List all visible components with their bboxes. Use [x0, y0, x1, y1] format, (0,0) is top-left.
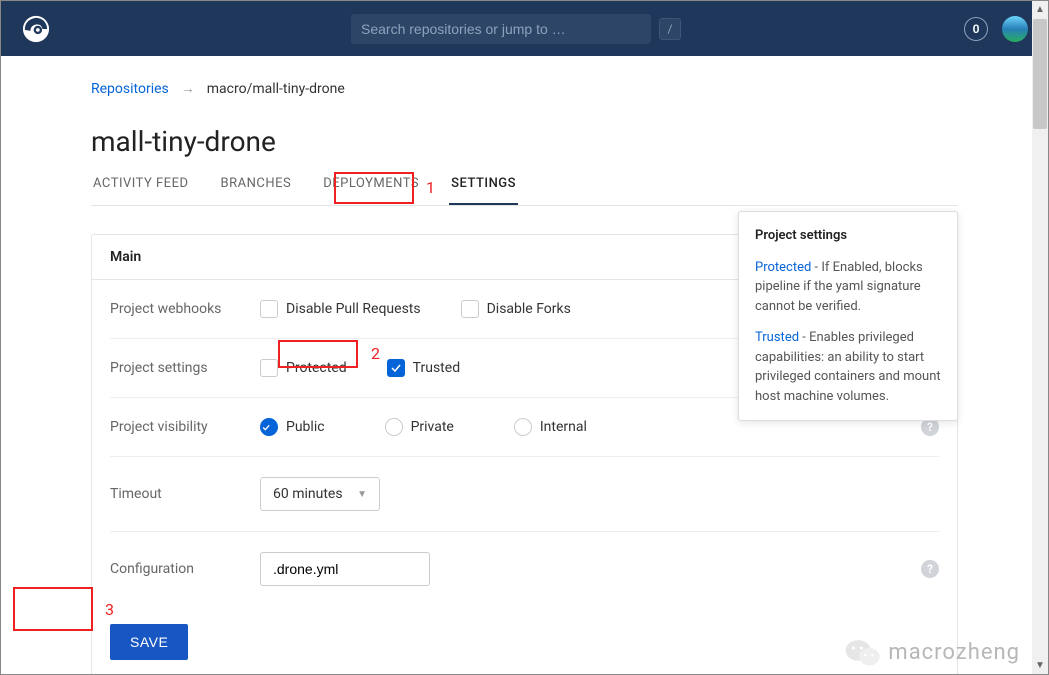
help-icon[interactable]: ?	[921, 560, 939, 578]
drone-logo-icon[interactable]	[21, 14, 51, 44]
watermark: macrozheng	[844, 636, 1020, 668]
save-button[interactable]: SAVE	[110, 624, 188, 660]
label-timeout: Timeout	[110, 486, 260, 502]
search-shortcut-hint: /	[659, 18, 681, 40]
tooltip-title: Project settings	[755, 226, 941, 246]
page-title: mall-tiny-drone	[91, 125, 958, 158]
avatar[interactable]	[1002, 16, 1028, 42]
select-timeout[interactable]: 60 minutes ▼	[260, 477, 380, 511]
label-project-settings: Project settings	[110, 360, 260, 376]
row-configuration: Configuration ?	[110, 532, 939, 606]
annotation-box-3	[13, 587, 93, 631]
breadcrumb: Repositories → macro/mall-tiny-drone	[91, 80, 958, 97]
tab-branches[interactable]: BRANCHES	[219, 176, 294, 205]
checkbox-disable-forks[interactable]: Disable Forks	[461, 300, 571, 318]
chevron-down-icon: ▼	[357, 489, 367, 500]
scrollbar-down-arrow-icon[interactable]: ▼	[1032, 657, 1048, 674]
tab-deployments[interactable]: DEPLOYMENTS	[321, 176, 421, 205]
tooltip-trusted-text: Trusted - Enables privileged capabilitie…	[755, 328, 941, 406]
tabs: ACTIVITY FEED BRANCHES DEPLOYMENTS SETTI…	[91, 176, 958, 206]
checkbox-trusted[interactable]: Trusted	[387, 359, 460, 377]
scrollbar-thumb[interactable]	[1033, 19, 1047, 129]
tooltip-protected-text: Protected - If Enabled, blocks pipeline …	[755, 258, 941, 317]
queue-count-badge[interactable]: 0	[964, 17, 988, 41]
checkbox-disable-pull-requests[interactable]: Disable Pull Requests	[260, 300, 421, 318]
input-configuration[interactable]	[260, 552, 430, 586]
tab-activity-feed[interactable]: ACTIVITY FEED	[91, 176, 191, 205]
row-timeout: Timeout 60 minutes ▼	[110, 457, 939, 532]
scrollbar-up-arrow-icon[interactable]: ▲	[1032, 1, 1048, 18]
label-webhooks: Project webhooks	[110, 301, 260, 317]
search-container	[351, 14, 651, 44]
scrollbar-track[interactable]: ▲ ▼	[1032, 1, 1048, 674]
tooltip-project-settings: Project settings Protected - If Enabled,…	[738, 211, 958, 421]
arrow-right-icon: →	[181, 80, 195, 97]
label-project-visibility: Project visibility	[110, 419, 260, 435]
radio-private[interactable]: Private	[385, 418, 454, 436]
tab-settings[interactable]: SETTINGS	[449, 176, 518, 205]
search-input[interactable]	[361, 21, 641, 37]
label-configuration: Configuration	[110, 561, 260, 577]
breadcrumb-current: macro/mall-tiny-drone	[207, 81, 345, 97]
wechat-icon	[844, 636, 882, 668]
radio-public[interactable]: Public	[260, 418, 325, 436]
breadcrumb-root-link[interactable]: Repositories	[91, 81, 169, 97]
checkbox-protected[interactable]: Protected	[260, 359, 347, 377]
topbar: / 0	[1, 1, 1048, 56]
radio-internal[interactable]: Internal	[514, 418, 587, 436]
